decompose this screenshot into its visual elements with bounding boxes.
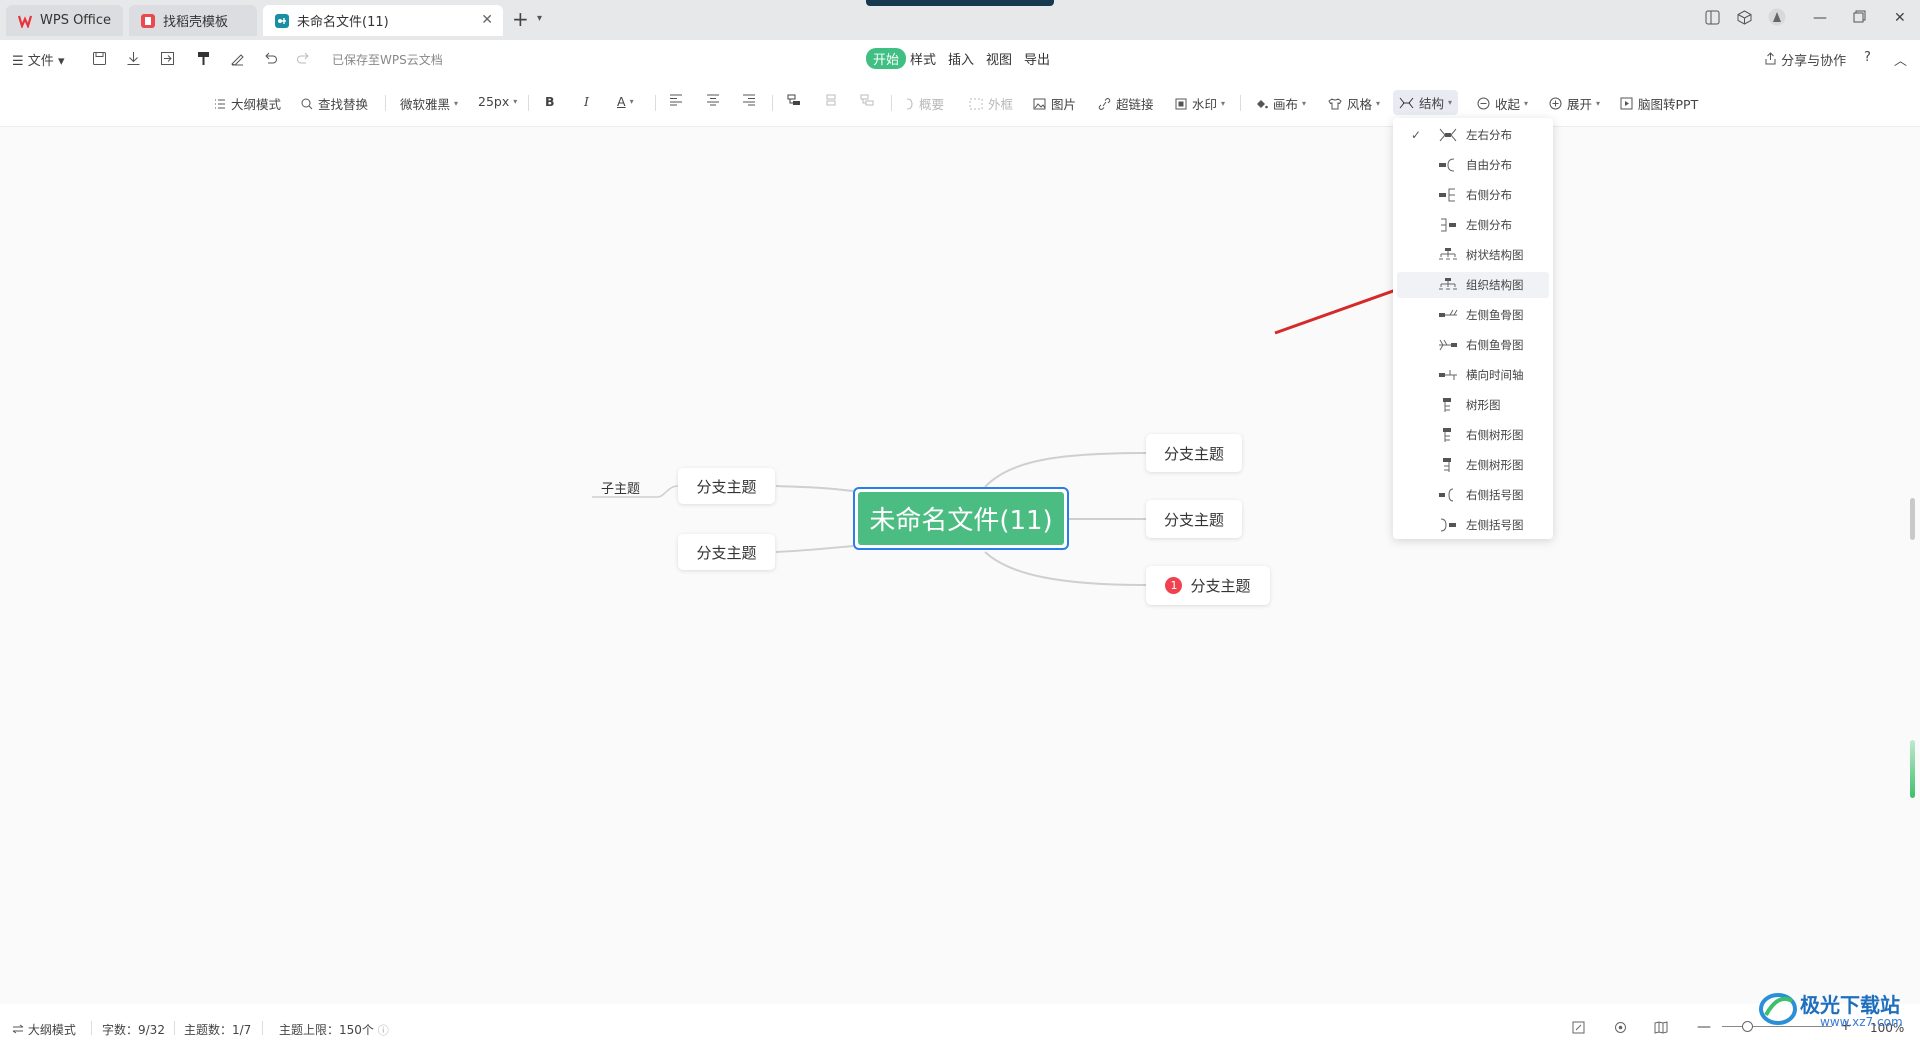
option-label: 右侧括号图	[1466, 488, 1524, 502]
site-url: www.xz7.com	[1820, 1015, 1903, 1029]
fishbone-left-icon	[1439, 309, 1458, 317]
check-icon: ✓	[1411, 128, 1422, 142]
structure-option-bracket-right[interactable]: 右侧括号图	[1397, 482, 1549, 508]
option-label: 组织结构图	[1466, 278, 1524, 292]
free-layout-icon	[1439, 158, 1455, 172]
structure-dropdown-menu: ✓ 左右分布 自由分布 右侧分布 左侧分布 树状结构图 组织结构图 左侧鱼骨图 …	[1393, 118, 1553, 539]
status-outline-mode-button[interactable]: 大纲模式	[12, 1021, 76, 1038]
locate-icon[interactable]	[1614, 1021, 1627, 1037]
option-label: 左侧分布	[1466, 218, 1512, 232]
branch-topic-left-2[interactable]: 分支主题	[678, 534, 775, 570]
left-right-layout-icon	[1439, 128, 1457, 142]
structure-option-tree-right[interactable]: 右侧树形图	[1397, 422, 1549, 448]
structure-option-tree-left[interactable]: 左侧树形图	[1397, 452, 1549, 478]
timeline-icon	[1439, 370, 1457, 380]
zoom-out-button[interactable]: —	[1697, 1019, 1711, 1035]
option-label: 左侧括号图	[1466, 518, 1524, 532]
structure-option-right[interactable]: 右侧分布	[1397, 182, 1549, 208]
root-topic[interactable]: 未命名文件(11)	[853, 487, 1069, 550]
left-layout-icon	[1441, 218, 1456, 232]
option-label: 左侧树形图	[1466, 458, 1524, 472]
structure-option-fishbone-left[interactable]: 左侧鱼骨图	[1397, 302, 1549, 328]
topic-limit-label: 主题上限：150个	[279, 1023, 374, 1037]
divider	[262, 1021, 263, 1035]
option-label: 树状结构图	[1466, 248, 1524, 262]
site-watermark: 极光下载站 www.xz7.com	[1758, 985, 1908, 1035]
structure-option-tree-diagram[interactable]: 树形图	[1397, 392, 1549, 418]
fit-view-icon[interactable]	[1572, 1021, 1585, 1037]
zoom-slider-handle[interactable]	[1742, 1021, 1753, 1032]
side-indicator	[1910, 740, 1915, 798]
option-label: 左右分布	[1466, 128, 1512, 142]
option-label: 右侧分布	[1466, 188, 1512, 202]
word-count: 字数：9/32	[102, 1023, 165, 1037]
option-label: 自由分布	[1466, 158, 1512, 172]
site-logo-icon	[1759, 993, 1797, 1025]
divider	[174, 1021, 175, 1035]
site-name: 极光下载站	[1800, 993, 1900, 1017]
branch-topic-label: 分支主题	[1190, 577, 1251, 595]
tree-right-icon	[1443, 428, 1451, 442]
priority-badge: 1	[1165, 577, 1183, 594]
status-outline-mode-label: 大纲模式	[27, 1023, 76, 1037]
branch-topic-left-1[interactable]: 分支主题	[678, 468, 775, 504]
branch-topic-right-2[interactable]: 分支主题	[1146, 500, 1242, 538]
org-chart-icon	[1439, 278, 1457, 290]
structure-option-left[interactable]: 左侧分布	[1397, 212, 1549, 238]
right-layout-icon	[1439, 188, 1455, 202]
structure-option-timeline[interactable]: 横向时间轴	[1397, 362, 1549, 388]
info-icon[interactable]: ⓘ	[378, 1024, 389, 1037]
tree-left-icon	[1443, 458, 1451, 472]
vertical-scrollbar[interactable]	[1910, 498, 1915, 540]
option-label: 横向时间轴	[1466, 368, 1524, 382]
option-label: 右侧鱼骨图	[1466, 338, 1524, 352]
structure-option-bracket-left[interactable]: 左侧括号图	[1397, 512, 1549, 538]
bracket-right-icon	[1439, 488, 1454, 502]
structure-option-fishbone-right[interactable]: 右侧鱼骨图	[1397, 332, 1549, 358]
branch-topic-right-1[interactable]: 分支主题	[1146, 434, 1242, 472]
fishbone-right-icon	[1439, 339, 1457, 351]
bracket-left-icon	[1440, 518, 1456, 532]
structure-option-tree[interactable]: 树状结构图	[1397, 242, 1549, 268]
divider	[91, 1021, 92, 1035]
option-label: 右侧树形图	[1466, 428, 1524, 442]
option-label: 树形图	[1466, 398, 1501, 412]
tree-chart-icon	[1439, 248, 1457, 260]
child-topic[interactable]: 子主题	[601, 478, 640, 497]
structure-option-org-chart[interactable]: 组织结构图	[1397, 272, 1549, 298]
structure-option-free[interactable]: 自由分布	[1397, 152, 1549, 178]
topic-count: 主题数：1/7	[184, 1023, 252, 1037]
swap-icon	[12, 1024, 24, 1034]
tree-diagram-icon	[1443, 398, 1451, 412]
branch-topic-right-3[interactable]: 1 分支主题	[1146, 566, 1270, 605]
structure-option-left-right[interactable]: ✓ 左右分布	[1397, 122, 1549, 148]
map-icon[interactable]	[1654, 1021, 1668, 1037]
option-label: 左侧鱼骨图	[1466, 308, 1524, 322]
topic-limit: 主题上限：150个 ⓘ	[279, 1021, 389, 1038]
root-topic-label: 未命名文件(11)	[858, 492, 1064, 545]
